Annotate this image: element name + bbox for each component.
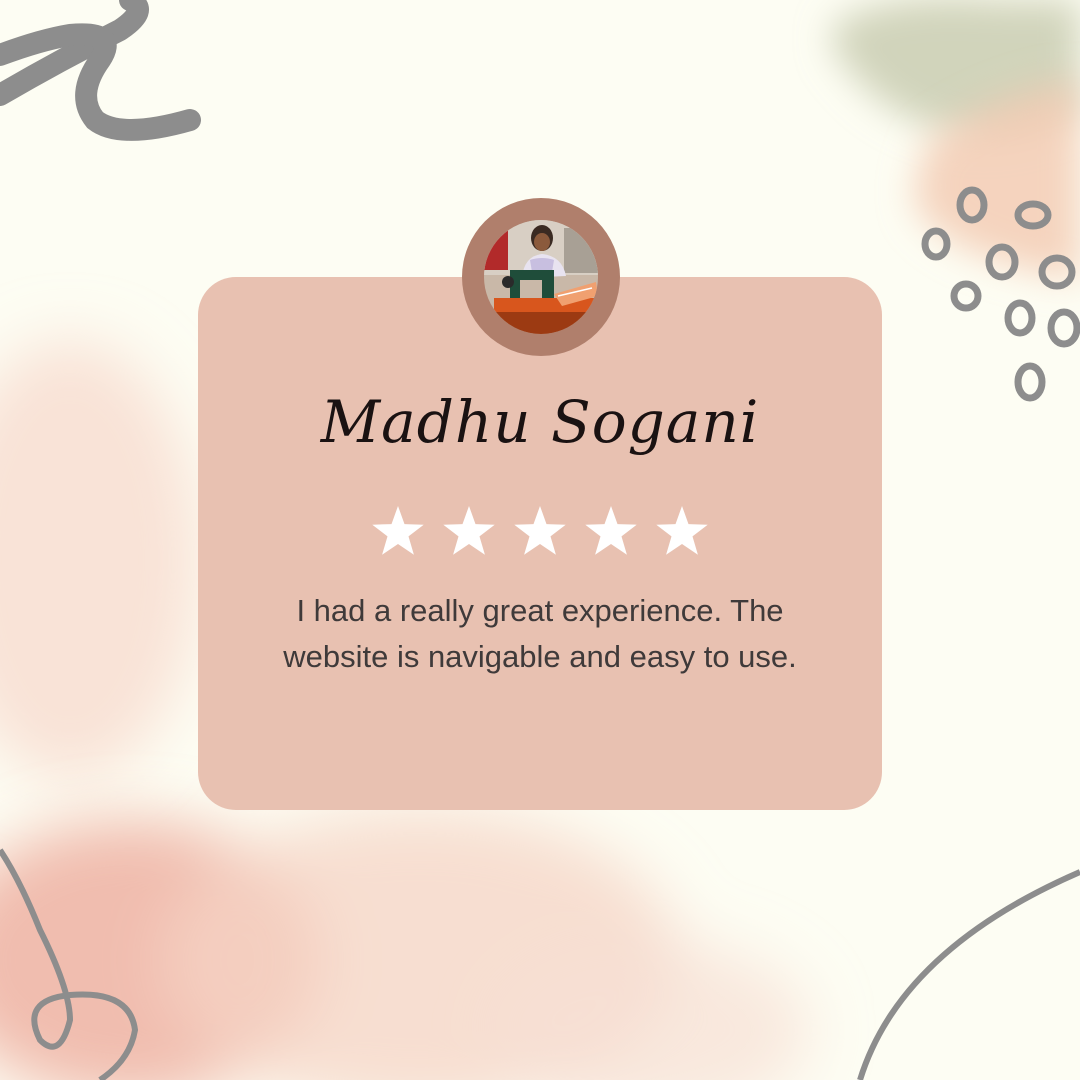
star-icon — [656, 506, 708, 555]
avatar — [462, 198, 620, 356]
gray-arc-bottom-right — [857, 869, 1080, 1080]
star-icon — [585, 506, 637, 555]
star-icon — [514, 506, 566, 555]
star-icon — [372, 506, 424, 555]
reviewer-name: Madhu Sogani — [320, 388, 760, 456]
pink-watercolor-splash-bottom — [0, 810, 810, 1080]
pink-watercolor-splash-left — [0, 340, 200, 780]
star-icon — [443, 506, 495, 555]
seamstress-photo — [484, 220, 598, 334]
gray-scribble-top-left — [0, 0, 201, 141]
review-text: I had a really great experience. The web… — [283, 593, 797, 674]
star-rating — [372, 506, 708, 555]
